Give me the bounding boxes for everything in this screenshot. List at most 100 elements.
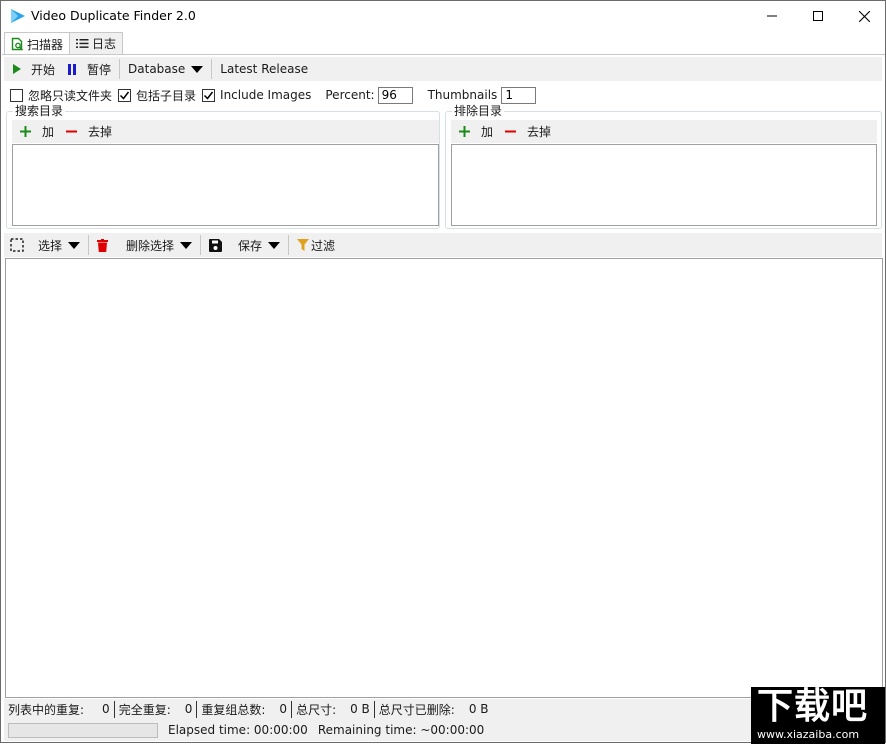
elapsed-time: Elapsed time: 00:00:00 [168,723,308,737]
select-label: 选择 [38,238,63,253]
exact-dupes-status: 完全重复: 0 [115,700,197,718]
total-size-status: 总尺寸: 0 B [292,700,374,718]
checkmark-icon [119,91,130,100]
ignore-readonly-checkbox[interactable]: 忽略只读文件夹 [10,87,112,104]
watermark-logo: 下载吧 www.xiazaiba.com [751,687,885,744]
total-groups-status: 重复组总数: 0 [197,700,291,718]
tab-log-label: 日志 [92,37,117,51]
database-label: Database [128,62,186,76]
add-label: 加 [481,125,494,139]
add-search-dir-button[interactable]: 加 [16,121,58,143]
latest-release-button[interactable]: Latest Release [216,58,312,80]
title-bar[interactable]: Video Duplicate Finder 2.0 [1,1,885,31]
remove-label: 去掉 [88,125,113,139]
dupes-in-list-value: 0 [102,702,110,716]
include-subdirs-label: 包括子目录 [136,88,197,103]
toolbar-separator [88,235,90,255]
total-size-label: 总尺寸: [296,702,337,717]
percent-label: Percent: [325,88,375,102]
include-subdirs-checkbox[interactable]: 包括子目录 [118,87,196,104]
start-button[interactable]: 开始 [4,58,59,80]
tab-log[interactable]: 日志 [69,32,124,54]
start-label: 开始 [31,62,56,77]
chevron-down-icon [180,241,193,249]
toolbar-separator [288,235,290,255]
search-directories-title: 搜索目录 [13,104,66,118]
scan-options: 忽略只读文件夹 包括子目录 Include Images Percent: Th… [10,86,537,104]
thumbnails-input[interactable] [501,86,537,104]
dupes-in-list-label: 列表中的重复: [8,702,85,717]
scan-document-icon [11,37,24,51]
exclude-directories-toolbar: 加 去掉 [451,120,877,143]
add-exclude-dir-button[interactable]: 加 [455,121,497,143]
tab-bar: 扫描器 日志 [4,32,124,55]
tab-scanner[interactable]: 扫描器 [4,32,71,55]
save-dropdown[interactable]: 保存 [205,234,284,256]
list-icon [76,39,89,48]
search-directories-list[interactable] [12,144,439,226]
results-toolbar: 选择 删除选择 保存 过滤 [4,233,882,257]
checkbox-checked[interactable] [118,88,132,102]
chevron-down-icon [191,65,204,73]
filter-label: 过滤 [311,238,336,253]
save-label: 保存 [238,238,263,253]
delete-selection-label: 删除选择 [126,238,175,253]
checkmark-icon [204,91,214,100]
remove-exclude-dir-button[interactable]: 去掉 [497,121,555,143]
thumbnails-label: Thumbnails [427,88,498,102]
checkbox-checked[interactable] [202,88,216,102]
pause-label: 暂停 [87,62,112,77]
play-icon [13,64,21,74]
save-icon [209,238,223,252]
exclude-directories-list[interactable] [451,144,877,226]
remove-search-dir-button[interactable]: 去掉 [58,121,116,143]
delete-selection-dropdown[interactable]: 删除选择 [93,234,196,256]
percent-input[interactable] [377,86,413,104]
window-title: Video Duplicate Finder 2.0 [31,8,196,23]
dupes-in-list-status: 列表中的重复: 0 [4,700,114,718]
minimize-button[interactable] [749,1,795,31]
filter-button[interactable]: 过滤 [293,234,339,256]
app-logo-icon [11,9,25,23]
pause-button[interactable]: 暂停 [59,58,115,80]
close-button[interactable] [841,1,886,31]
scanner-panel: 开始 暂停 Database Latest Release 忽略只读文件夹 包括… [2,54,885,742]
exclude-directories-title: 排除目录 [452,104,505,118]
pause-icon [68,63,77,75]
total-groups-value: 0 [279,702,288,716]
close-icon [858,10,870,22]
checkbox-unchecked[interactable] [10,88,23,102]
toolbar-separator [211,59,213,79]
plus-icon [459,126,470,137]
search-directories-toolbar: 加 去掉 [12,120,439,143]
total-size-value: 0 B [350,702,370,716]
maximize-button[interactable] [795,1,841,31]
chevron-down-icon [268,241,281,249]
latest-release-label: Latest Release [220,62,309,76]
filter-icon [297,239,310,251]
tab-scanner-label: 扫描器 [27,37,64,52]
exact-dupes-label: 完全重复: [118,702,171,717]
include-images-checkbox[interactable]: Include Images [202,88,311,102]
toolbar-separator [119,59,121,79]
add-label: 加 [42,125,55,139]
minus-icon [66,130,78,133]
ignore-readonly-label: 忽略只读文件夹 [28,88,113,103]
main-toolbar: 开始 暂停 Database Latest Release [4,57,882,81]
remaining-time: Remaining time: ~00:00:00 [317,723,485,737]
app-window: Video Duplicate Finder 2.0 扫描器 日志 开始 暂停 … [0,0,886,744]
plus-icon [20,126,31,137]
total-size-removed-label: 总尺寸已删除: [378,702,455,717]
database-dropdown[interactable]: Database [124,58,207,80]
minus-icon [505,130,517,133]
selection-icon [10,238,24,252]
search-directories-group: 搜索目录 加 去掉 [6,104,440,229]
select-dropdown[interactable]: 选择 [6,234,84,256]
watermark-text: 下载吧 [757,686,869,727]
remove-label: 去掉 [527,125,552,139]
watermark-url: www.xiazaiba.com [757,728,860,741]
scan-progress-bar [8,722,158,738]
trash-icon [97,238,109,252]
chevron-down-icon [68,241,81,249]
duplicates-results-list[interactable] [5,258,883,698]
